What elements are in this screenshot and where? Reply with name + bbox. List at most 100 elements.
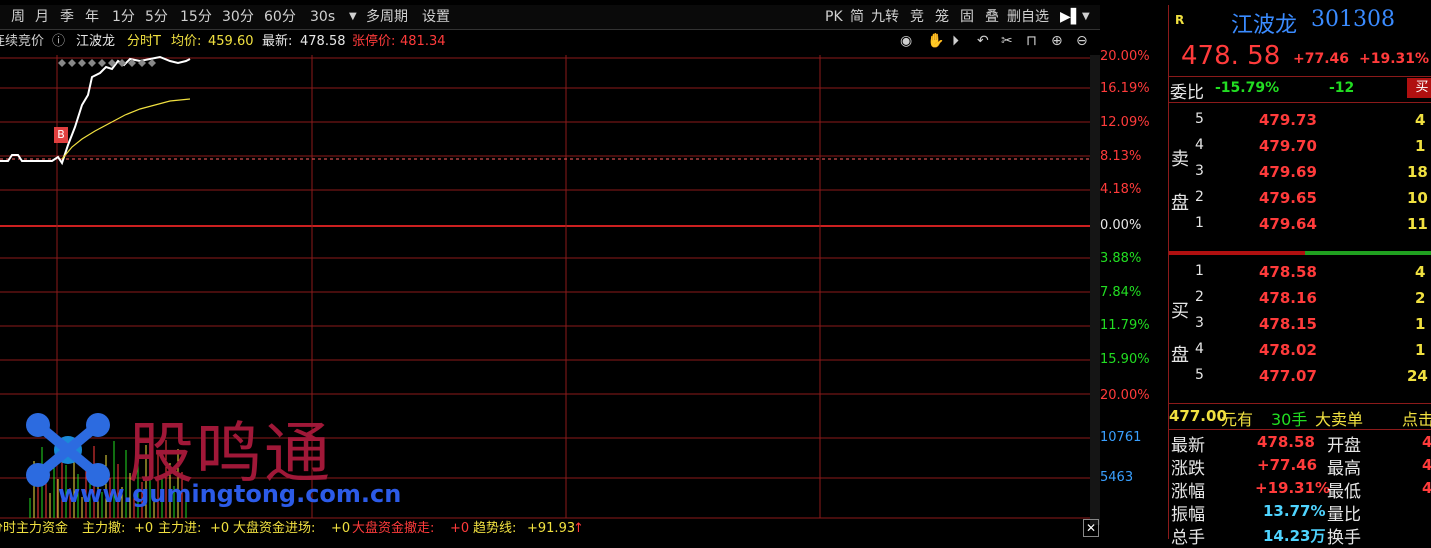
- watermark: 股鸣通 www.gumingtong.com.cn: [18, 400, 458, 515]
- panel-stock-code: 301308: [1311, 7, 1395, 32]
- period-30min[interactable]: 30分: [222, 5, 254, 29]
- bid-level: 2: [1195, 289, 1204, 305]
- ask-level: 1: [1195, 215, 1204, 231]
- zoom-out-icon[interactable]: ⊖: [1076, 33, 1088, 49]
- period-year[interactable]: 年: [85, 5, 99, 29]
- chevron-down-icon[interactable]: ▼: [1082, 5, 1090, 29]
- info-icon[interactable]: ⓘ: [52, 30, 65, 54]
- period-week[interactable]: 周: [11, 5, 25, 29]
- stat-label: 换手: [1327, 528, 1361, 548]
- divider: [1169, 102, 1431, 103]
- axis-label: 20.00%: [1100, 49, 1150, 64]
- weibi-diff: -12: [1329, 80, 1355, 96]
- stat-label: 最高: [1327, 459, 1361, 479]
- ask-price: 479.70: [1259, 137, 1317, 155]
- fix-button[interactable]: 固: [960, 5, 974, 29]
- stat-value: 14.23万: [1263, 527, 1326, 545]
- chevron-down-icon[interactable]: ▼: [349, 5, 357, 29]
- overlay-button[interactable]: 叠: [985, 5, 999, 29]
- period-5min[interactable]: 5分: [145, 5, 168, 29]
- panel-price: 478. 58: [1181, 41, 1281, 71]
- bid-price: 478.16: [1259, 289, 1317, 307]
- period-1min[interactable]: 1分: [112, 5, 135, 29]
- ask-price: 479.65: [1259, 189, 1317, 207]
- stat-label: 最新: [1171, 436, 1205, 456]
- trade-unit: 元有: [1221, 410, 1254, 429]
- stat-value: +77.46: [1257, 456, 1318, 474]
- capital-flow-bar: 分时主力资金 主力撤: +0 主力进: +0 大盘资金进场: +0 大盘资金撤走…: [0, 519, 1100, 539]
- ask-volume: 1: [1415, 137, 1426, 155]
- chart-scroll-strip[interactable]: [1090, 55, 1100, 525]
- period-season[interactable]: 季: [60, 5, 74, 29]
- period-15min[interactable]: 15分: [180, 5, 212, 29]
- axis-label: 16.19%: [1100, 81, 1150, 96]
- stat-label: 开盘: [1327, 436, 1361, 456]
- ask-row[interactable]: 4 479.70 1: [1169, 135, 1431, 159]
- stat-label: 振幅: [1171, 505, 1205, 525]
- stat-row: 涨幅 +19.31% 最低 4: [1169, 477, 1431, 502]
- bid-price: 477.07: [1259, 367, 1317, 385]
- weibi-pct: -15.79%: [1215, 80, 1280, 96]
- inflow-label: 主力进:: [158, 521, 202, 536]
- cage-button[interactable]: 笼: [935, 5, 949, 29]
- next-icon[interactable]: ▶▌: [1060, 5, 1082, 29]
- period-30s-select[interactable]: 30s: [310, 5, 335, 29]
- auction-button[interactable]: 竞: [910, 5, 924, 29]
- big-trade-alert[interactable]: 477.00 元有 30手 大卖单 点击: [1169, 405, 1431, 429]
- big-in-value: +0: [331, 521, 351, 536]
- stat-row: 振幅 13.77% 量比: [1169, 500, 1431, 525]
- ask-row[interactable]: 3 479.69 18: [1169, 161, 1431, 185]
- ask-ratio-bar: [1169, 251, 1305, 255]
- stat-value: 4: [1422, 456, 1431, 474]
- settings-button[interactable]: 设置: [422, 5, 450, 29]
- avg-value: 459.60: [208, 34, 254, 49]
- ask-row[interactable]: 2 479.65 10: [1169, 187, 1431, 211]
- bid-price: 478.58: [1259, 263, 1317, 281]
- panel-stock-name: 江波龙: [1231, 13, 1298, 38]
- stat-label: 总手: [1171, 528, 1205, 548]
- axis-label: 4.18%: [1100, 182, 1142, 197]
- period-60min[interactable]: 60分: [264, 5, 296, 29]
- outflow-value: +0: [134, 521, 154, 536]
- ask-row[interactable]: 5 479.73 4: [1169, 109, 1431, 133]
- stat-value: 4: [1422, 479, 1431, 497]
- zoom-in-icon[interactable]: ⊕: [1051, 33, 1063, 49]
- bid-row[interactable]: 4 478.02 1: [1169, 339, 1431, 363]
- ask-level: 3: [1195, 163, 1204, 179]
- axis-label: 12.09%: [1100, 115, 1150, 130]
- remove-watchlist-button[interactable]: 删自选: [1007, 5, 1049, 29]
- trend-label: 趋势线:: [473, 521, 517, 536]
- panel-change-pct: +19.31%: [1359, 51, 1430, 67]
- play-icon[interactable]: ⏵: [952, 33, 959, 49]
- nine-turn-button[interactable]: 九转: [871, 5, 899, 29]
- multi-period-button[interactable]: 多周期: [366, 5, 408, 29]
- bid-price: 478.15: [1259, 315, 1317, 333]
- lock-icon[interactable]: ⊓: [1026, 33, 1037, 49]
- simple-button[interactable]: 简: [850, 5, 864, 29]
- close-icon[interactable]: ✕: [1083, 519, 1099, 537]
- scissors-icon[interactable]: ✂: [1001, 33, 1013, 49]
- undo-icon[interactable]: ↶: [977, 33, 989, 49]
- trade-click[interactable]: 点击: [1402, 406, 1431, 430]
- ask-row[interactable]: 1 479.64 11: [1169, 213, 1431, 237]
- bid-row[interactable]: 5 477.07 24: [1169, 365, 1431, 389]
- eye-icon[interactable]: ◉: [900, 33, 912, 49]
- divider: [1169, 76, 1431, 77]
- bid-level: 3: [1195, 315, 1204, 331]
- bid-row[interactable]: 3 478.15 1: [1169, 313, 1431, 337]
- trend-value: +91.93: [527, 521, 576, 536]
- ask-price: 479.64: [1259, 215, 1317, 233]
- chart-mode[interactable]: 分时T: [127, 30, 161, 54]
- buy-button[interactable]: 买: [1407, 78, 1431, 98]
- latest-value: 478.58: [300, 34, 346, 49]
- buy-marker[interactable]: B: [54, 127, 68, 143]
- trade-price: 477.00: [1169, 407, 1227, 425]
- hand-icon[interactable]: ✋: [927, 33, 944, 49]
- bid-row[interactable]: 2 478.16 2: [1169, 287, 1431, 311]
- stat-label: 最低: [1327, 482, 1361, 502]
- pk-button[interactable]: PK: [825, 5, 843, 29]
- period-month[interactable]: 月: [35, 5, 49, 29]
- quote-panel: R 江波龙 301308 478. 58 +77.46 +19.31% 委比 -…: [1168, 5, 1431, 548]
- trade-qty: 30手: [1271, 410, 1308, 429]
- bid-row[interactable]: 1 478.58 4: [1169, 261, 1431, 285]
